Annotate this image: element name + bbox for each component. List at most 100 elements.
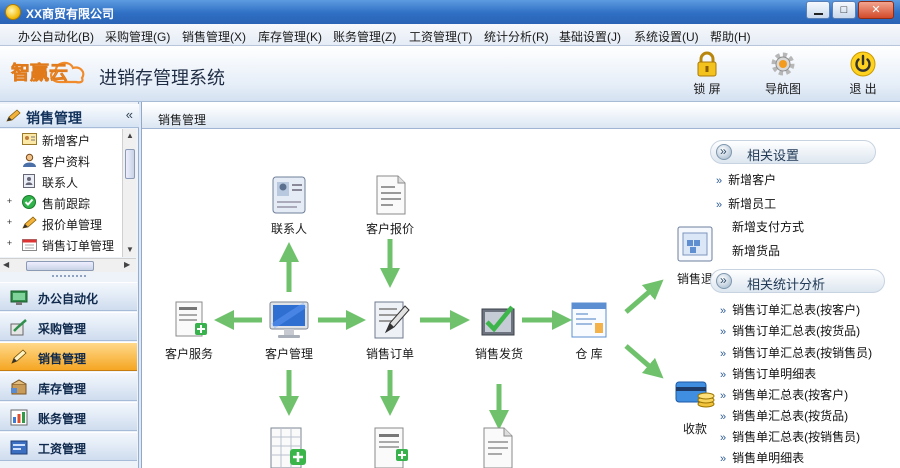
contact-icon [22,174,37,188]
menu-inventory[interactable]: 库存管理(K) [258,28,322,45]
menu-purchase[interactable]: 采购管理(G) [105,28,170,45]
node-customer-quote[interactable]: 客户报价 [355,174,425,237]
navigation-gear-icon [769,50,797,78]
computer-monitor-icon [267,299,311,341]
link-sales-summary-by-goods[interactable]: » 销售单汇总表(按货品) [720,407,848,424]
main-panel: 销售管理 联系人 客户报价 客户服务 客户管理 销售订单 销售发货 仓 库 销售… [141,102,900,468]
scroll-thumb[interactable] [26,261,94,271]
module-accounting[interactable]: 账务管理 [0,402,137,431]
tree-horizontal-scrollbar[interactable]: ◀ ▶ [0,258,136,272]
scroll-up-icon[interactable]: ▲ [126,131,134,140]
module-sales[interactable]: 销售管理 [0,342,137,371]
payment-card-icon [673,374,717,416]
sales-order-icon [22,237,37,251]
node-customer-management[interactable]: 客户管理 [254,299,324,362]
scroll-left-icon[interactable]: ◀ [3,260,9,269]
menu-accounting[interactable]: 账务管理(Z) [333,28,396,45]
double-arrow-icon: » [720,432,727,444]
restore-button[interactable]: □ [832,1,856,19]
collapse-sidebar-button[interactable]: « [126,107,133,122]
link-order-summary-by-goods[interactable]: » 销售订单汇总表(按货品) [720,322,860,339]
accounting-icon [10,409,28,426]
module-purchase[interactable]: 采购管理 [0,312,137,341]
module-office[interactable]: 办公自动化 [0,282,137,311]
pencil-icon [6,109,22,126]
menu-salary[interactable]: 工资管理(T) [409,28,472,45]
delivery-check-icon [477,299,521,341]
purchase-icon [10,319,28,336]
tree-item-customer-info[interactable]: 客户资料 [0,150,122,170]
double-arrow-icon: » [720,411,727,423]
node-warehouse[interactable]: 仓 库 [554,299,624,362]
module-salary[interactable]: 工资管理 [0,432,137,461]
link-sales-summary-by-customer[interactable]: » 销售单汇总表(按客户) [720,386,848,403]
minimize-button[interactable]: 0 [806,1,830,19]
function-tree: 新增客户 客户资料 联系人 + 售前跟踪 + 报价单管理 + 销售订单管理 [0,129,122,257]
quotation-icon [22,216,37,230]
new-customer-icon [22,132,37,146]
inventory-icon [10,379,28,396]
link-new-customer[interactable]: » 新增客户 [716,171,776,188]
expand-icon[interactable]: + [5,197,14,206]
tree-vertical-scrollbar[interactable]: ▲ ▼ [122,129,136,257]
expand-icon[interactable]: + [5,218,14,227]
menu-office[interactable]: 办公自动化(B) [18,28,94,45]
expand-circle-icon [716,144,732,160]
menu-system-settings[interactable]: 系统设置(U) [634,28,699,45]
sidebar-header: 销售管理 « [0,104,139,128]
close-button[interactable]: ✕ [858,1,894,19]
scroll-down-icon[interactable]: ▼ [126,245,134,254]
sales-icon [10,349,28,366]
link-order-summary-by-customer[interactable]: » 销售订单汇总表(按客户) [720,301,860,318]
navigation-map-button[interactable]: 导航图 [758,50,808,97]
lock-icon [693,50,721,78]
warehouse-window-icon [567,299,611,341]
exit-button[interactable]: 退 出 [838,50,888,97]
node-sales-delivery[interactable]: 销售发货 [464,299,534,362]
splitter-grip[interactable] [52,275,86,279]
link-sales-summary-by-salesperson[interactable]: » 销售单汇总表(按销售员) [720,428,860,445]
tree-item-new-customer[interactable]: 新增客户 [0,129,122,149]
order-document-add-icon[interactable] [370,425,412,468]
salary-icon [10,439,28,456]
link-sales-detail[interactable]: » 销售单明细表 [720,449,804,466]
menu-help[interactable]: 帮助(H) [710,28,751,45]
double-arrow-icon: » [720,305,727,317]
scroll-right-icon[interactable]: ▶ [124,260,130,269]
double-arrow-icon: » [720,348,727,360]
link-order-detail[interactable]: » 销售订单明细表 [720,365,816,382]
tree-item-quotation[interactable]: + 报价单管理 [0,213,122,233]
window-title: XX商贸有限公司 [26,7,115,21]
customer-info-icon [22,153,37,167]
sidebar-title: 销售管理 [26,110,82,126]
arrow-to-receipt [624,344,664,379]
delivery-document-icon[interactable] [478,425,520,468]
node-sales-order[interactable]: 销售订单 [355,299,425,362]
presale-tracking-icon [22,195,37,209]
arrow-to-sales-return [624,279,664,314]
tree-item-contacts[interactable]: 联系人 [0,171,122,191]
double-arrow-icon: » [716,175,723,187]
tree-item-sales-order[interactable]: + 销售订单管理 [0,234,122,254]
menu-basic-settings[interactable]: 基础设置(J) [559,28,621,45]
node-contact[interactable]: 联系人 [254,174,324,237]
link-new-goods[interactable]: 新增货品 [732,242,780,259]
menu-sales[interactable]: 销售管理(X) [182,28,246,45]
spreadsheet-add-icon[interactable] [268,425,310,468]
scroll-thumb[interactable] [125,149,135,179]
lock-screen-button[interactable]: 锁 屏 [682,50,732,97]
link-new-payment-method[interactable]: 新增支付方式 [732,218,804,235]
module-inventory[interactable]: 库存管理 [0,372,137,401]
svg-text:智赢云: 智赢云 [11,61,68,84]
related-stats-header[interactable]: 相关统计分析 [710,269,885,293]
menu-statistics[interactable]: 统计分析(R) [484,28,549,45]
sales-return-icon [673,224,717,266]
related-settings-header[interactable]: 相关设置 [710,140,876,164]
link-new-employee[interactable]: » 新增员工 [716,195,776,212]
link-order-summary-by-salesperson[interactable]: » 销售订单汇总表(按销售员) [720,344,872,361]
menu-bar: 办公自动化(B) 采购管理(G) 销售管理(X) 库存管理(K) 账务管理(Z)… [0,24,900,46]
service-document-icon [167,299,211,341]
node-customer-service[interactable]: 客户服务 [154,299,224,362]
tree-item-presale-tracking[interactable]: + 售前跟踪 [0,192,122,212]
expand-icon[interactable]: + [5,239,14,248]
